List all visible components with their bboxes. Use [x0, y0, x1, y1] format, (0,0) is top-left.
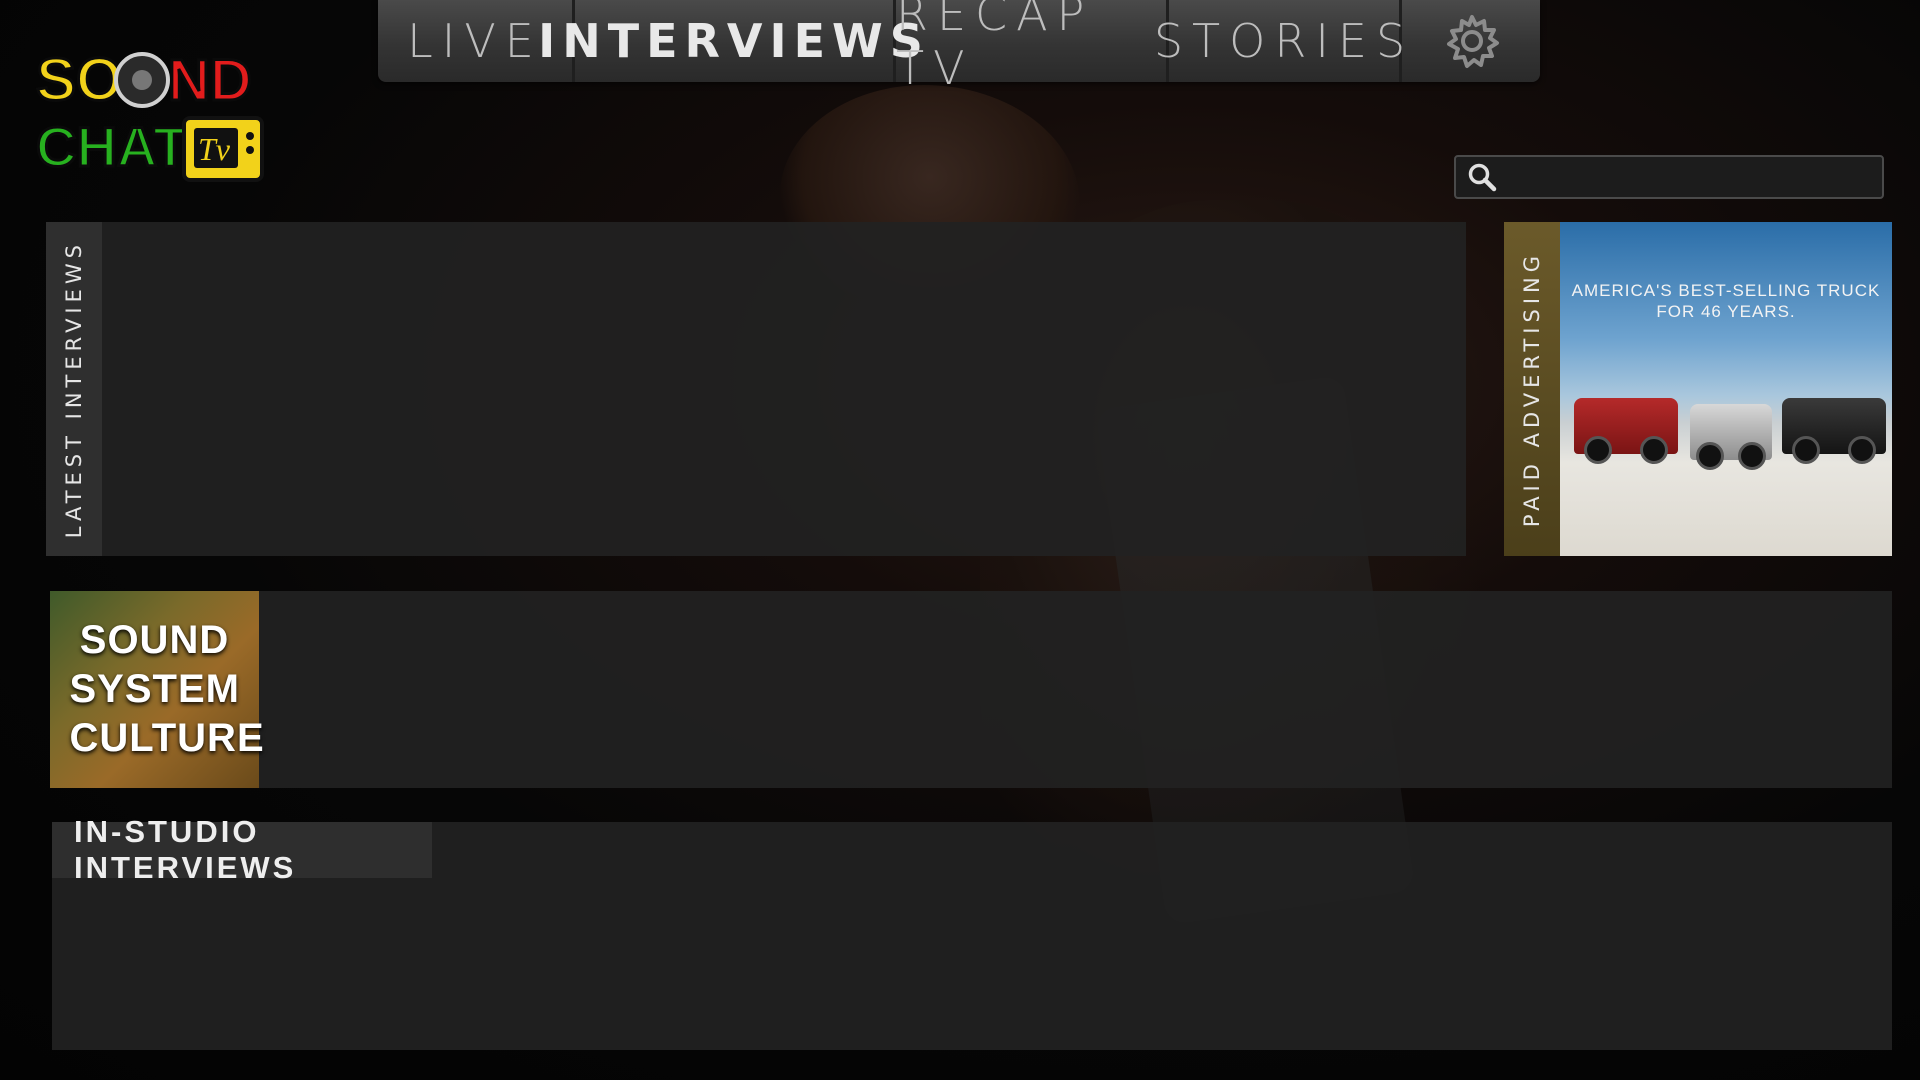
in-studio-interviews-header: IN-STUDIO INTERVIEWS — [52, 814, 432, 885]
search-bar[interactable] — [1454, 155, 1884, 199]
top-navigation: LIVE INTERVIEWS RECAP TV STORIES — [378, 0, 1540, 95]
paid-advertising-label: PAID ADVERTISING — [1520, 250, 1544, 528]
settings-button[interactable] — [1402, 0, 1540, 82]
tab-interviews[interactable]: INTERVIEWS — [538, 0, 923, 82]
sound-system-culture-tile[interactable]: SOUND SYSTEM CULTURE — [50, 591, 265, 788]
latest-interviews-row: LATEST INTERVIEWS — [46, 222, 1466, 556]
logo-tv-text: Tv — [198, 131, 231, 167]
black-truck-image — [1782, 398, 1886, 464]
latest-interviews-label: LATEST INTERVIEWS — [62, 239, 86, 539]
red-truck-image — [1574, 398, 1678, 464]
svg-text:SO: SO — [36, 46, 123, 113]
ad-headline: AMERICA'S BEST-SELLING TRUCK FOR 46 YEAR… — [1571, 281, 1881, 321]
search-input[interactable] — [1502, 156, 1882, 198]
paid-advertising-label-tab: PAID ADVERTISING — [1504, 222, 1560, 556]
in-studio-interviews-label: IN-STUDIO INTERVIEWS — [74, 814, 297, 885]
latest-interviews-label-tab: LATEST INTERVIEWS — [46, 222, 102, 556]
sound-chat-tv-logo[interactable]: SO ND CHAT Tv — [34, 28, 274, 188]
in-studio-interviews-row: IN-STUDIO INTERVIEWS — [52, 814, 1892, 1050]
search-icon[interactable] — [1462, 157, 1502, 197]
paid-advertising-panel: PAID ADVERTISING AMERICA'S BEST-SELLING … — [1504, 222, 1892, 556]
sound-system-culture-row: SOUND SYSTEM CULTURE — [50, 591, 1892, 788]
tab-recap-tv[interactable]: RECAP TV — [896, 0, 1169, 95]
sound-system-culture-title: SOUND SYSTEM CULTURE — [69, 618, 265, 760]
gear-icon — [1447, 15, 1499, 68]
silver-truck-image — [1690, 404, 1772, 470]
truck-ad-banner[interactable]: AMERICA'S BEST-SELLING TRUCK FOR 46 YEAR… — [1560, 222, 1892, 556]
svg-text:ND: ND — [168, 48, 252, 113]
svg-text:CHAT: CHAT — [36, 115, 187, 178]
tab-stories[interactable]: STORIES — [1154, 0, 1405, 82]
